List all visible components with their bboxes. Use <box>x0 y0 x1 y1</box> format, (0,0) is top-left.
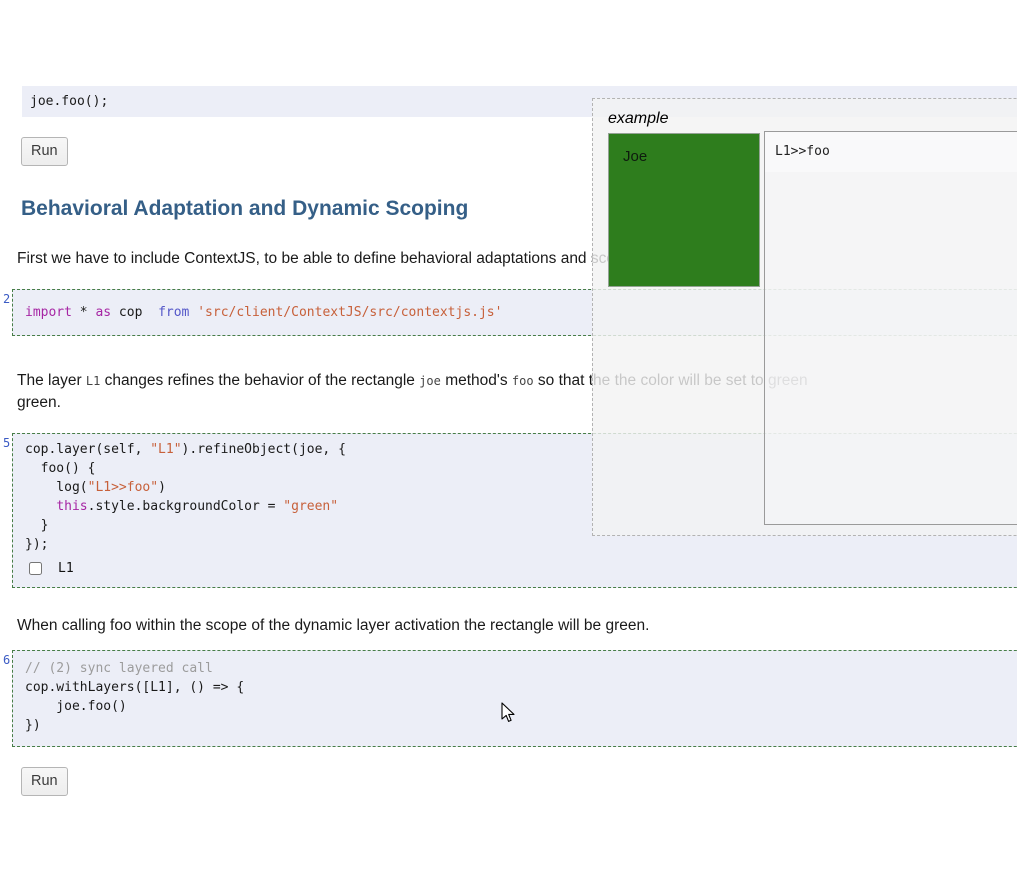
inline-code-foo: foo <box>511 374 534 388</box>
code-line: }) <box>25 718 41 733</box>
line-number: 6 <box>3 653 11 667</box>
run-button-top[interactable]: Run <box>21 137 68 166</box>
example-window[interactable]: example Joe L1>>foo <box>592 98 1017 536</box>
run-button-bottom[interactable]: Run <box>21 767 68 796</box>
paragraph-when-calling-foo: When calling foo within the scope of the… <box>17 617 650 634</box>
joe-rectangle[interactable]: Joe <box>608 133 760 287</box>
l1-layer-checkbox[interactable] <box>29 561 42 575</box>
inline-code-joe: joe <box>419 374 441 388</box>
layer-toggle-row: L1 <box>25 557 1017 579</box>
log-panel[interactable]: L1>>foo <box>764 131 1017 525</box>
log-entry: L1>>foo <box>765 132 1017 172</box>
code-line: }); <box>25 537 49 552</box>
l1-layer-checkbox-label: L1 <box>58 560 74 576</box>
page: { "heading": { "text": "Behavioral Adapt… <box>0 86 1017 894</box>
code-cell-with-layers[interactable]: 6 // (2) sync layered call cop.withLayer… <box>3 650 1017 747</box>
line-number: 5 <box>3 436 11 450</box>
example-window-title: example <box>608 110 669 127</box>
code-line: // (2) sync layered call <box>25 661 213 676</box>
joe-rectangle-label: Joe <box>623 148 648 165</box>
code-line: joe.foo() <box>25 699 127 714</box>
mouse-cursor-icon <box>501 702 516 728</box>
line-number: 2 <box>3 292 11 306</box>
code-line: cop.withLayers([L1], () => { <box>25 680 245 695</box>
inline-code-l1: L1 <box>85 374 101 388</box>
